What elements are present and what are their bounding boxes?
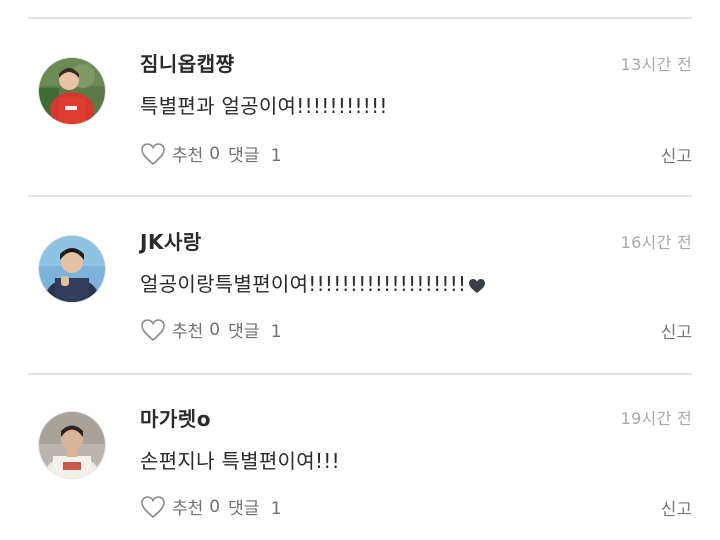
comment-text: 얼공이랑특별편이여!!!!!!!!!!!!!!!!!!! — [140, 268, 486, 297]
comment-actions: 추천 0 댓글 1 — [140, 141, 282, 166]
heart-outline-icon — [141, 142, 165, 165]
avatar[interactable] — [39, 236, 105, 302]
comment-list-page: 짐니옵캡쨩 13시간 전 특별편과 얼공이여!!!!!!!!!!! 추천 0 댓… — [0, 0, 720, 540]
reply-label: 댓글 — [228, 322, 260, 342]
reply-count: 1 — [270, 499, 282, 519]
like-count: 0 — [209, 496, 221, 517]
heart-outline-icon — [141, 318, 165, 341]
timestamp: 13시간 전 — [620, 55, 692, 74]
comment-text: 특별편과 얼공이여!!!!!!!!!!! — [140, 94, 388, 118]
comment-text: 손편지나 특별편이여!!! — [140, 449, 340, 473]
timestamp: 16시간 전 — [620, 233, 692, 252]
reply-link[interactable]: 댓글 1 — [228, 317, 282, 342]
report-button[interactable]: 신고 — [661, 495, 692, 520]
comment-item: JK사랑 16시간 전 얼공이랑특별편이여!!!!!!!!!!!!!!!!!!!… — [0, 196, 720, 375]
like-button[interactable]: 추천 0 — [140, 494, 220, 519]
like-label: 추천 — [172, 322, 204, 342]
username[interactable]: 짐니옵캡쨩 — [140, 48, 235, 77]
like-count: 0 — [209, 143, 221, 164]
comment-text-body: 얼공이랑특별편이여!!!!!!!!!!!!!!!!!!! — [140, 272, 467, 296]
avatar[interactable] — [39, 412, 105, 478]
username[interactable]: 마가렛o — [140, 403, 211, 432]
reply-label: 댓글 — [228, 499, 260, 519]
comment-actions: 추천 0 댓글 1 — [140, 494, 282, 519]
report-button[interactable]: 신고 — [661, 318, 692, 343]
reply-link[interactable]: 댓글 1 — [228, 494, 282, 519]
avatar-photo-icon — [39, 412, 105, 478]
reply-link[interactable]: 댓글 1 — [228, 141, 282, 166]
like-button[interactable]: 추천 0 — [140, 317, 220, 342]
heart-outline-icon — [141, 495, 165, 518]
reply-count: 1 — [270, 146, 282, 166]
username[interactable]: JK사랑 — [140, 226, 202, 255]
reply-count: 1 — [270, 322, 282, 342]
avatar-photo-icon — [39, 236, 105, 302]
timestamp: 19시간 전 — [620, 409, 692, 428]
like-count: 0 — [209, 319, 221, 340]
like-button[interactable]: 추천 0 — [140, 141, 220, 166]
comment-item: 마가렛o 19시간 전 손편지나 특별편이여!!! 추천 0 댓글 1 신고 — [0, 373, 720, 540]
avatar-photo-icon — [39, 58, 105, 124]
like-label: 추천 — [172, 499, 204, 519]
avatar[interactable] — [39, 58, 105, 124]
black-heart-emoji-icon — [469, 278, 486, 293]
report-button[interactable]: 신고 — [661, 142, 692, 167]
reply-label: 댓글 — [228, 146, 260, 166]
like-label: 추천 — [172, 146, 204, 166]
comment-actions: 추천 0 댓글 1 — [140, 317, 282, 342]
comment-item: 짐니옵캡쨩 13시간 전 특별편과 얼공이여!!!!!!!!!!! 추천 0 댓… — [0, 18, 720, 197]
